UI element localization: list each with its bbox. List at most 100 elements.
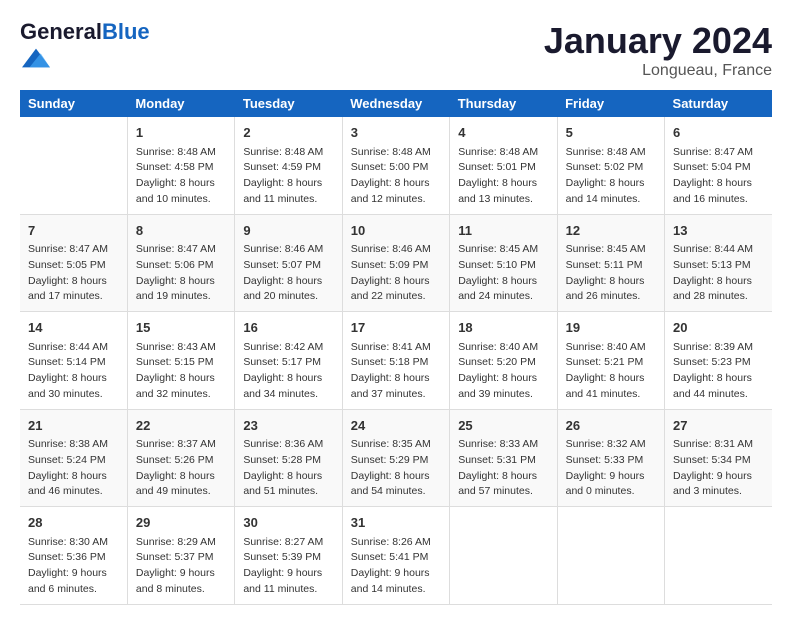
month-title: January 2024: [544, 20, 772, 62]
calendar-week-row: 21Sunrise: 8:38 AMSunset: 5:24 PMDayligh…: [20, 409, 772, 507]
weekday-header-sunday: Sunday: [20, 90, 127, 117]
day-number: 21: [28, 416, 119, 436]
day-info: Sunrise: 8:45 AMSunset: 5:10 PMDaylight:…: [458, 242, 548, 305]
calendar-table: SundayMondayTuesdayWednesdayThursdayFrid…: [20, 90, 772, 605]
day-info: Sunrise: 8:32 AMSunset: 5:33 PMDaylight:…: [566, 437, 656, 500]
day-number: 4: [458, 123, 548, 143]
calendar-cell: [557, 507, 664, 605]
location: Longueau, France: [544, 62, 772, 80]
day-info: Sunrise: 8:35 AMSunset: 5:29 PMDaylight:…: [351, 437, 441, 500]
weekday-header-saturday: Saturday: [665, 90, 772, 117]
calendar-cell: [450, 507, 557, 605]
day-number: 29: [136, 513, 226, 533]
day-number: 8: [136, 221, 226, 241]
day-info: Sunrise: 8:27 AMSunset: 5:39 PMDaylight:…: [243, 535, 333, 598]
day-info: Sunrise: 8:31 AMSunset: 5:34 PMDaylight:…: [673, 437, 764, 500]
day-info: Sunrise: 8:40 AMSunset: 5:20 PMDaylight:…: [458, 340, 548, 403]
day-number: 18: [458, 318, 548, 338]
day-number: 22: [136, 416, 226, 436]
day-info: Sunrise: 8:40 AMSunset: 5:21 PMDaylight:…: [566, 340, 656, 403]
day-info: Sunrise: 8:36 AMSunset: 5:28 PMDaylight:…: [243, 437, 333, 500]
day-number: 23: [243, 416, 333, 436]
calendar-cell: 9Sunrise: 8:46 AMSunset: 5:07 PMDaylight…: [235, 214, 342, 312]
weekday-header-friday: Friday: [557, 90, 664, 117]
day-number: 16: [243, 318, 333, 338]
day-info: Sunrise: 8:44 AMSunset: 5:14 PMDaylight:…: [28, 340, 119, 403]
day-number: 10: [351, 221, 441, 241]
calendar-cell: 24Sunrise: 8:35 AMSunset: 5:29 PMDayligh…: [342, 409, 449, 507]
logo: GeneralBlue: [20, 20, 150, 77]
day-number: 28: [28, 513, 119, 533]
calendar-cell: 5Sunrise: 8:48 AMSunset: 5:02 PMDaylight…: [557, 117, 664, 214]
day-info: Sunrise: 8:47 AMSunset: 5:05 PMDaylight:…: [28, 242, 119, 305]
day-number: 15: [136, 318, 226, 338]
day-number: 31: [351, 513, 441, 533]
calendar-cell: 7Sunrise: 8:47 AMSunset: 5:05 PMDaylight…: [20, 214, 127, 312]
calendar-cell: 31Sunrise: 8:26 AMSunset: 5:41 PMDayligh…: [342, 507, 449, 605]
calendar-cell: 10Sunrise: 8:46 AMSunset: 5:09 PMDayligh…: [342, 214, 449, 312]
calendar-cell: 30Sunrise: 8:27 AMSunset: 5:39 PMDayligh…: [235, 507, 342, 605]
day-number: 2: [243, 123, 333, 143]
calendar-cell: [665, 507, 772, 605]
day-number: 27: [673, 416, 764, 436]
day-info: Sunrise: 8:48 AMSunset: 5:00 PMDaylight:…: [351, 145, 441, 208]
day-number: 30: [243, 513, 333, 533]
day-info: Sunrise: 8:41 AMSunset: 5:18 PMDaylight:…: [351, 340, 441, 403]
day-info: Sunrise: 8:37 AMSunset: 5:26 PMDaylight:…: [136, 437, 226, 500]
calendar-cell: 12Sunrise: 8:45 AMSunset: 5:11 PMDayligh…: [557, 214, 664, 312]
day-number: 9: [243, 221, 333, 241]
weekday-header-monday: Monday: [127, 90, 234, 117]
day-info: Sunrise: 8:45 AMSunset: 5:11 PMDaylight:…: [566, 242, 656, 305]
calendar-week-row: 28Sunrise: 8:30 AMSunset: 5:36 PMDayligh…: [20, 507, 772, 605]
calendar-cell: 11Sunrise: 8:45 AMSunset: 5:10 PMDayligh…: [450, 214, 557, 312]
calendar-cell: [20, 117, 127, 214]
calendar-cell: 15Sunrise: 8:43 AMSunset: 5:15 PMDayligh…: [127, 312, 234, 410]
day-number: 17: [351, 318, 441, 338]
day-info: Sunrise: 8:48 AMSunset: 4:59 PMDaylight:…: [243, 145, 333, 208]
weekday-header-row: SundayMondayTuesdayWednesdayThursdayFrid…: [20, 90, 772, 117]
page-header: GeneralBlue January 2024 Longueau, Franc…: [20, 20, 772, 80]
day-number: 11: [458, 221, 548, 241]
day-info: Sunrise: 8:47 AMSunset: 5:04 PMDaylight:…: [673, 145, 764, 208]
calendar-cell: 1Sunrise: 8:48 AMSunset: 4:58 PMDaylight…: [127, 117, 234, 214]
weekday-header-wednesday: Wednesday: [342, 90, 449, 117]
day-number: 12: [566, 221, 656, 241]
day-info: Sunrise: 8:39 AMSunset: 5:23 PMDaylight:…: [673, 340, 764, 403]
day-number: 19: [566, 318, 656, 338]
day-number: 3: [351, 123, 441, 143]
weekday-header-tuesday: Tuesday: [235, 90, 342, 117]
calendar-cell: 4Sunrise: 8:48 AMSunset: 5:01 PMDaylight…: [450, 117, 557, 214]
day-number: 1: [136, 123, 226, 143]
day-info: Sunrise: 8:26 AMSunset: 5:41 PMDaylight:…: [351, 535, 441, 598]
day-number: 25: [458, 416, 548, 436]
day-info: Sunrise: 8:33 AMSunset: 5:31 PMDaylight:…: [458, 437, 548, 500]
calendar-cell: 20Sunrise: 8:39 AMSunset: 5:23 PMDayligh…: [665, 312, 772, 410]
day-number: 7: [28, 221, 119, 241]
day-number: 20: [673, 318, 764, 338]
day-number: 6: [673, 123, 764, 143]
day-info: Sunrise: 8:48 AMSunset: 4:58 PMDaylight:…: [136, 145, 226, 208]
calendar-cell: 14Sunrise: 8:44 AMSunset: 5:14 PMDayligh…: [20, 312, 127, 410]
calendar-cell: 28Sunrise: 8:30 AMSunset: 5:36 PMDayligh…: [20, 507, 127, 605]
calendar-cell: 13Sunrise: 8:44 AMSunset: 5:13 PMDayligh…: [665, 214, 772, 312]
calendar-cell: 22Sunrise: 8:37 AMSunset: 5:26 PMDayligh…: [127, 409, 234, 507]
logo-blue: Blue: [102, 19, 150, 44]
day-info: Sunrise: 8:43 AMSunset: 5:15 PMDaylight:…: [136, 340, 226, 403]
day-info: Sunrise: 8:48 AMSunset: 5:01 PMDaylight:…: [458, 145, 548, 208]
weekday-header-thursday: Thursday: [450, 90, 557, 117]
day-number: 13: [673, 221, 764, 241]
day-info: Sunrise: 8:46 AMSunset: 5:09 PMDaylight:…: [351, 242, 441, 305]
day-info: Sunrise: 8:38 AMSunset: 5:24 PMDaylight:…: [28, 437, 119, 500]
day-number: 24: [351, 416, 441, 436]
logo-general: General: [20, 19, 102, 44]
calendar-cell: 19Sunrise: 8:40 AMSunset: 5:21 PMDayligh…: [557, 312, 664, 410]
title-block: January 2024 Longueau, France: [544, 20, 772, 80]
day-info: Sunrise: 8:46 AMSunset: 5:07 PMDaylight:…: [243, 242, 333, 305]
logo-icon: [22, 44, 50, 72]
calendar-cell: 16Sunrise: 8:42 AMSunset: 5:17 PMDayligh…: [235, 312, 342, 410]
calendar-cell: 23Sunrise: 8:36 AMSunset: 5:28 PMDayligh…: [235, 409, 342, 507]
calendar-cell: 25Sunrise: 8:33 AMSunset: 5:31 PMDayligh…: [450, 409, 557, 507]
day-info: Sunrise: 8:29 AMSunset: 5:37 PMDaylight:…: [136, 535, 226, 598]
calendar-cell: 6Sunrise: 8:47 AMSunset: 5:04 PMDaylight…: [665, 117, 772, 214]
calendar-week-row: 7Sunrise: 8:47 AMSunset: 5:05 PMDaylight…: [20, 214, 772, 312]
